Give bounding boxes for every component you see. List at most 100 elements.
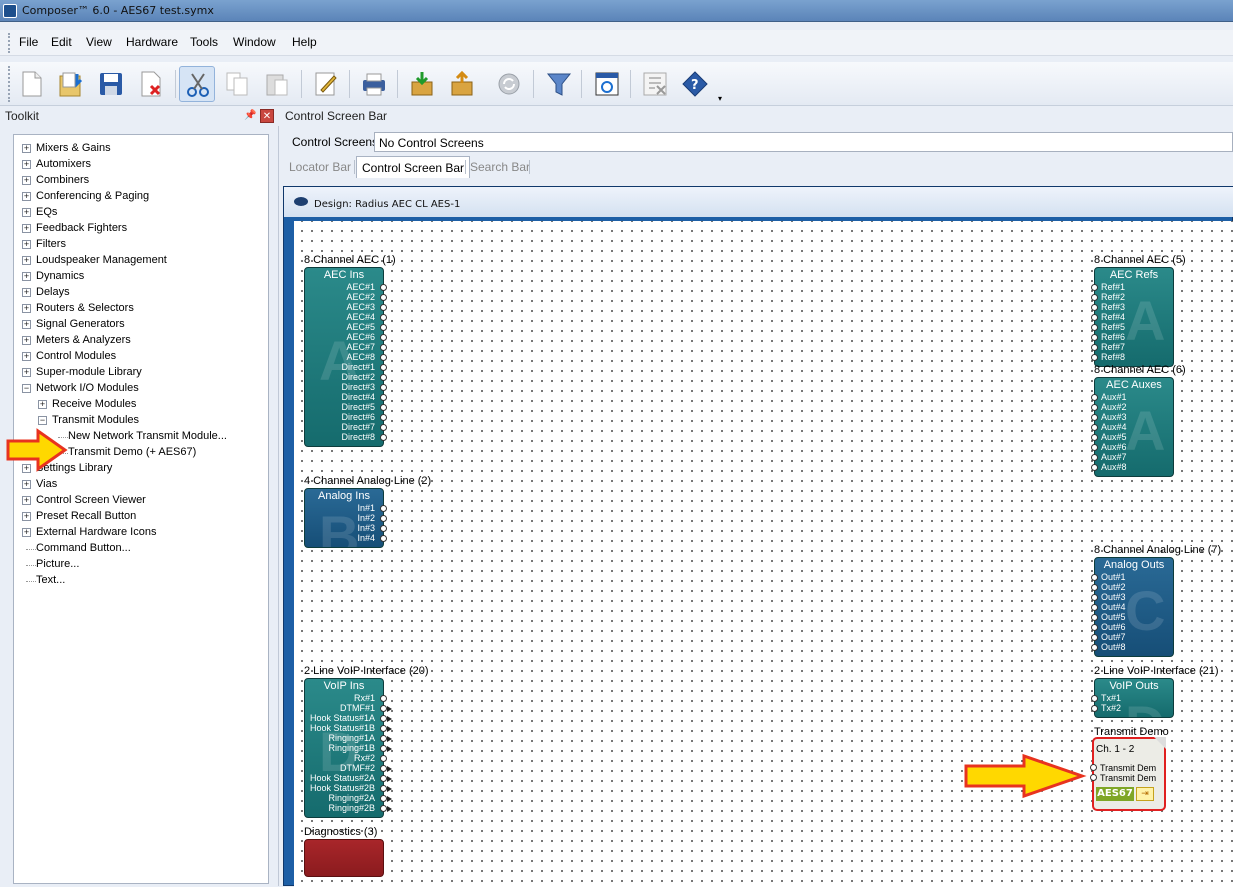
connection-node[interactable] — [380, 354, 387, 361]
dsp-block[interactable]: A AEC Refs Ref#1 Ref#2 Ref#3 Ref#4 Ref#5 Ref#6 R… — [1094, 267, 1174, 367]
connection-node[interactable] — [380, 324, 387, 331]
expand-icon[interactable]: + — [22, 528, 31, 537]
diagnostics-block[interactable] — [304, 839, 384, 877]
connection-node[interactable] — [380, 374, 387, 381]
connection-node[interactable] — [380, 334, 387, 341]
connection-node[interactable] — [380, 515, 387, 522]
cut-icon[interactable] — [179, 66, 215, 102]
expand-icon[interactable]: + — [22, 192, 31, 201]
expand-icon[interactable]: + — [22, 512, 31, 521]
expand-icon[interactable]: + — [22, 336, 31, 345]
menu-file[interactable]: File — [19, 35, 38, 49]
menu-hardware[interactable]: Hardware — [126, 35, 178, 49]
connection-node[interactable] — [1091, 705, 1098, 712]
connection-node[interactable] — [1091, 454, 1098, 461]
filter-icon[interactable] — [541, 66, 577, 102]
refresh-icon[interactable] — [491, 66, 527, 102]
connection-node[interactable] — [380, 284, 387, 291]
menu-tools[interactable]: Tools — [190, 35, 218, 49]
dsp-block[interactable]: DVoIP OutsTx#1Tx#2 — [1094, 678, 1174, 718]
help-icon[interactable]: ? — [677, 66, 713, 102]
pin-icon[interactable]: 📌 — [244, 110, 256, 122]
connection-node[interactable] — [1091, 584, 1098, 591]
expand-icon[interactable]: + — [22, 144, 31, 153]
connection-node[interactable] — [1091, 344, 1098, 351]
menu-view[interactable]: View — [86, 35, 112, 49]
expand-icon[interactable]: + — [22, 160, 31, 169]
connection-node[interactable] — [1091, 624, 1098, 631]
connection-node[interactable] — [380, 745, 387, 752]
expand-icon[interactable]: + — [22, 224, 31, 233]
connection-node[interactable] — [380, 344, 387, 351]
collapse-icon[interactable]: − — [22, 384, 31, 393]
new-icon[interactable] — [13, 66, 49, 102]
tab-search-bar[interactable]: Search Bar — [465, 156, 535, 178]
expand-icon[interactable]: + — [22, 496, 31, 505]
connection-node[interactable] — [380, 314, 387, 321]
edit-icon[interactable] — [308, 66, 344, 102]
expand-icon[interactable]: + — [22, 288, 31, 297]
connection-node[interactable] — [1091, 444, 1098, 451]
expand-icon[interactable]: + — [22, 368, 31, 377]
connection-node[interactable] — [1091, 614, 1098, 621]
collapse-icon[interactable]: − — [38, 416, 47, 425]
connection-node[interactable] — [380, 505, 387, 512]
transmit-demo-block[interactable]: Ch. 1 - 2 Transmit Dem Transmit Dem AES67 ⇥ — [1092, 737, 1166, 811]
dsp-block[interactable]: A AEC Auxes Aux#1 Aux#2 Aux#3 Aux#4 Aux#5 Aux#6… — [1094, 377, 1174, 477]
menu-help[interactable]: Help — [292, 35, 317, 49]
connection-node[interactable] — [1091, 304, 1098, 311]
connection-node[interactable] — [1091, 404, 1098, 411]
connection-node[interactable] — [1091, 604, 1098, 611]
expand-icon[interactable]: + — [22, 352, 31, 361]
expand-icon[interactable]: + — [22, 256, 31, 265]
connection-node[interactable] — [380, 404, 387, 411]
connection-node[interactable] — [380, 805, 387, 812]
connection-node[interactable] — [380, 715, 387, 722]
tab-control-screen-bar[interactable]: Control Screen Bar — [356, 156, 471, 178]
connection-node[interactable] — [1091, 314, 1098, 321]
connection-node[interactable] — [380, 695, 387, 702]
connection-node[interactable] — [1091, 695, 1098, 702]
connection-node[interactable] — [380, 725, 387, 732]
connection-node[interactable] — [380, 755, 387, 762]
connection-node[interactable] — [1091, 334, 1098, 341]
connection-node[interactable] — [380, 705, 387, 712]
connection-node[interactable] — [380, 394, 387, 401]
connection-node[interactable] — [380, 424, 387, 431]
connection-node[interactable] — [380, 785, 387, 792]
connection-node[interactable] — [1091, 284, 1098, 291]
dsp-block[interactable]: B Analog Ins In#1 In#2 In#3 In#4 — [304, 488, 384, 548]
connection-node[interactable] — [1091, 434, 1098, 441]
print-icon[interactable] — [356, 66, 392, 102]
expand-icon[interactable]: + — [22, 320, 31, 329]
connection-node[interactable] — [1090, 764, 1097, 771]
connection-node[interactable] — [1091, 574, 1098, 581]
connection-node[interactable] — [380, 765, 387, 772]
connection-node[interactable] — [380, 525, 387, 532]
delete-icon[interactable] — [637, 66, 673, 102]
upload-icon[interactable] — [444, 66, 480, 102]
connection-node[interactable] — [380, 384, 387, 391]
save-icon[interactable] — [93, 66, 129, 102]
connection-node[interactable] — [380, 414, 387, 421]
expand-icon[interactable]: + — [22, 208, 31, 217]
copy-icon[interactable] — [219, 66, 255, 102]
connection-node[interactable] — [1091, 644, 1098, 651]
design-canvas[interactable]: 8 Channel AEC (1) A AEC Ins AEC#1 AEC#2 AEC#3… — [294, 221, 1233, 887]
expand-icon[interactable]: + — [22, 480, 31, 489]
dsp-block[interactable]: C Analog Outs Out#1 Out#2 Out#3 Out#4 Out#5 Out… — [1094, 557, 1174, 657]
connection-node[interactable] — [380, 364, 387, 371]
connection-node[interactable] — [380, 434, 387, 441]
expand-icon[interactable]: + — [38, 400, 47, 409]
expand-icon[interactable]: + — [22, 272, 31, 281]
paste-icon[interactable] — [259, 66, 295, 102]
connection-node[interactable] — [380, 795, 387, 802]
download-icon[interactable] — [404, 66, 440, 102]
screen-icon[interactable] — [589, 66, 625, 102]
connection-node[interactable] — [1091, 424, 1098, 431]
connection-node[interactable] — [1091, 594, 1098, 601]
connection-node[interactable] — [380, 735, 387, 742]
connection-node[interactable] — [380, 294, 387, 301]
connection-node[interactable] — [1091, 464, 1098, 471]
connection-node[interactable] — [1091, 414, 1098, 421]
